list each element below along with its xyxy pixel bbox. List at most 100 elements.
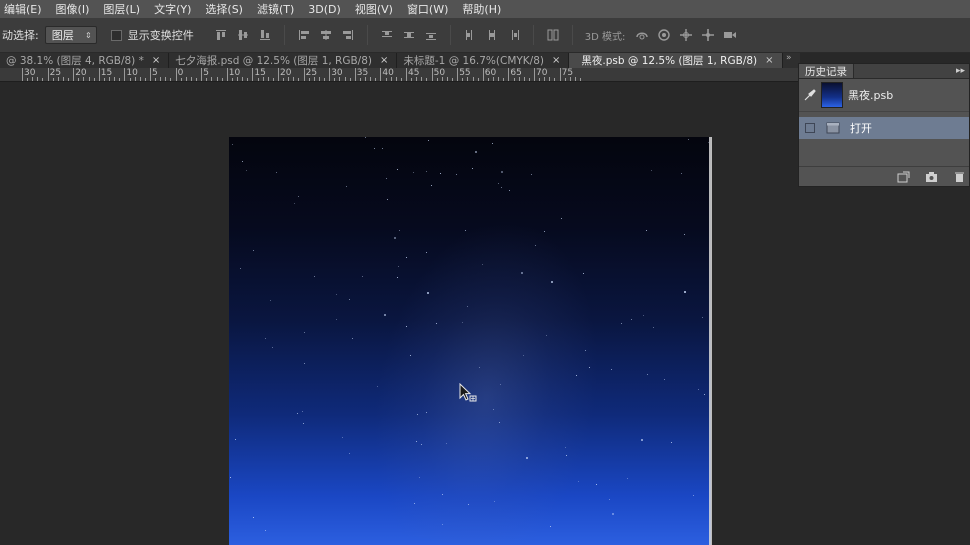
ruler-tick bbox=[574, 77, 576, 81]
star bbox=[621, 323, 622, 324]
align-top-edges-icon[interactable] bbox=[214, 28, 228, 42]
star bbox=[544, 231, 545, 232]
distribute-vertical-centers-icon[interactable] bbox=[402, 28, 416, 42]
align-left-edges-icon[interactable] bbox=[297, 28, 311, 42]
document-tab[interactable]: @ 38.1% (图层 4, RGB/8) * × bbox=[0, 53, 170, 68]
star bbox=[641, 439, 643, 441]
auto-select-dropdown[interactable]: 图层 ⇕ bbox=[44, 26, 97, 44]
star bbox=[551, 281, 553, 283]
trash-icon[interactable] bbox=[951, 170, 967, 184]
ruler-tick bbox=[98, 68, 100, 81]
close-tab-icon[interactable]: × bbox=[380, 55, 388, 66]
distribute-horizontal-centers-icon[interactable] bbox=[485, 28, 499, 42]
ruler-label: 40 bbox=[382, 68, 394, 78]
star bbox=[297, 413, 298, 414]
ruler-tick bbox=[175, 68, 177, 81]
menu-item[interactable]: 3D(D) bbox=[308, 3, 349, 16]
3d-drag-icon[interactable] bbox=[679, 28, 693, 42]
align-horizontal-centers-icon[interactable] bbox=[319, 28, 333, 42]
ruler-tick bbox=[446, 77, 448, 81]
menu-item[interactable]: 滤镜(T) bbox=[257, 1, 302, 17]
ruler-tick bbox=[134, 77, 136, 81]
menu-item[interactable]: 编辑(E) bbox=[4, 1, 50, 17]
document-tab-label: 未标题-1 @ 16.7%(CMYK/8) bbox=[403, 55, 544, 67]
ruler-tick bbox=[150, 68, 151, 81]
milky-way-glow bbox=[352, 200, 626, 545]
star bbox=[397, 169, 398, 170]
distribute-bottom-icon[interactable] bbox=[424, 28, 438, 42]
3d-scale-icon[interactable] bbox=[723, 28, 737, 42]
ruler-tick bbox=[196, 78, 198, 81]
star bbox=[526, 457, 528, 459]
ruler-tick bbox=[288, 77, 290, 81]
ruler-tick bbox=[119, 78, 121, 81]
history-snapshot-row[interactable]: 黑夜.psb bbox=[799, 79, 969, 112]
ruler-label: 35 bbox=[356, 68, 369, 78]
star bbox=[494, 501, 495, 502]
history-brush-slot[interactable] bbox=[805, 123, 815, 133]
star bbox=[314, 276, 315, 277]
ruler-tick bbox=[539, 78, 541, 81]
star bbox=[394, 237, 396, 239]
ruler-tick bbox=[124, 68, 126, 81]
camera-icon[interactable] bbox=[923, 170, 939, 184]
close-tab-icon[interactable]: × bbox=[152, 55, 160, 66]
auto-align-layers-icon[interactable] bbox=[546, 28, 560, 42]
star bbox=[589, 367, 590, 368]
star bbox=[427, 292, 429, 294]
star bbox=[431, 185, 432, 186]
star bbox=[352, 338, 353, 339]
ruler-tick bbox=[201, 68, 203, 81]
menu-item[interactable]: 帮助(H) bbox=[462, 1, 509, 17]
toolbar-separator bbox=[571, 25, 573, 45]
ruler-label: 25 bbox=[49, 68, 62, 78]
menu-item[interactable]: 选择(S) bbox=[205, 1, 251, 17]
new-document-from-state-icon[interactable] bbox=[895, 170, 911, 184]
history-state-open[interactable]: 打开 bbox=[799, 117, 969, 139]
star bbox=[242, 161, 243, 162]
distribute-top-icon[interactable] bbox=[380, 28, 394, 42]
ruler-tick bbox=[160, 77, 162, 81]
menu-item[interactable]: 文字(Y) bbox=[154, 1, 199, 17]
menu-item[interactable]: 图层(L) bbox=[103, 1, 148, 17]
star bbox=[303, 423, 304, 424]
close-tab-icon[interactable]: × bbox=[552, 55, 560, 66]
document-tab-label: 七夕海报.psd @ 12.5% (图层 1, RGB/8) bbox=[175, 55, 372, 67]
close-tab-icon[interactable]: × bbox=[765, 55, 773, 66]
menu-item[interactable]: 视图(V) bbox=[355, 1, 401, 17]
menu-item[interactable]: 窗口(W) bbox=[407, 1, 456, 17]
menu-item[interactable]: 图像(I) bbox=[56, 1, 98, 17]
align-bottom-edges-icon[interactable] bbox=[258, 28, 272, 42]
ruler-tick bbox=[22, 68, 23, 81]
ruler-tick bbox=[73, 68, 75, 81]
history-panel-tab[interactable]: 历史记录 bbox=[799, 64, 854, 78]
history-brush-source-icon[interactable] bbox=[799, 89, 821, 101]
star bbox=[467, 306, 468, 307]
align-vertical-centers-icon[interactable] bbox=[236, 28, 250, 42]
3d-rotate-icon[interactable] bbox=[635, 28, 649, 42]
star bbox=[346, 186, 347, 187]
ruler-tick bbox=[272, 78, 274, 81]
ruler-tick bbox=[237, 77, 239, 81]
star bbox=[298, 196, 299, 197]
ruler-tick bbox=[180, 78, 182, 81]
align-right-edges-icon[interactable] bbox=[341, 28, 355, 42]
distribute-right-icon[interactable] bbox=[507, 28, 521, 42]
show-transform-checkbox[interactable] bbox=[110, 29, 122, 41]
document-tab[interactable]: 七夕海报.psd @ 12.5% (图层 1, RGB/8) × bbox=[169, 53, 398, 68]
ruler-label: 70 bbox=[536, 68, 548, 78]
star bbox=[294, 203, 295, 204]
panel-collapse-icon[interactable]: ▸▸ bbox=[956, 64, 969, 78]
document-tab[interactable]: 未标题-1 @ 16.7%(CMYK/8) × bbox=[397, 53, 570, 68]
ruler-label: 45 bbox=[408, 68, 420, 78]
ruler-tick bbox=[114, 77, 116, 81]
ruler-tick bbox=[267, 77, 269, 81]
ruler-tick bbox=[139, 77, 141, 81]
distribute-left-icon[interactable] bbox=[463, 28, 477, 42]
document-canvas-night-sky[interactable] bbox=[229, 137, 711, 545]
star bbox=[362, 276, 363, 277]
star bbox=[342, 437, 343, 438]
3d-roll-icon[interactable] bbox=[657, 28, 671, 42]
3d-slide-icon[interactable] bbox=[701, 28, 715, 42]
document-tab-active[interactable]: 黑夜.psb @ 12.5% (图层 1, RGB/8) × bbox=[569, 53, 783, 68]
